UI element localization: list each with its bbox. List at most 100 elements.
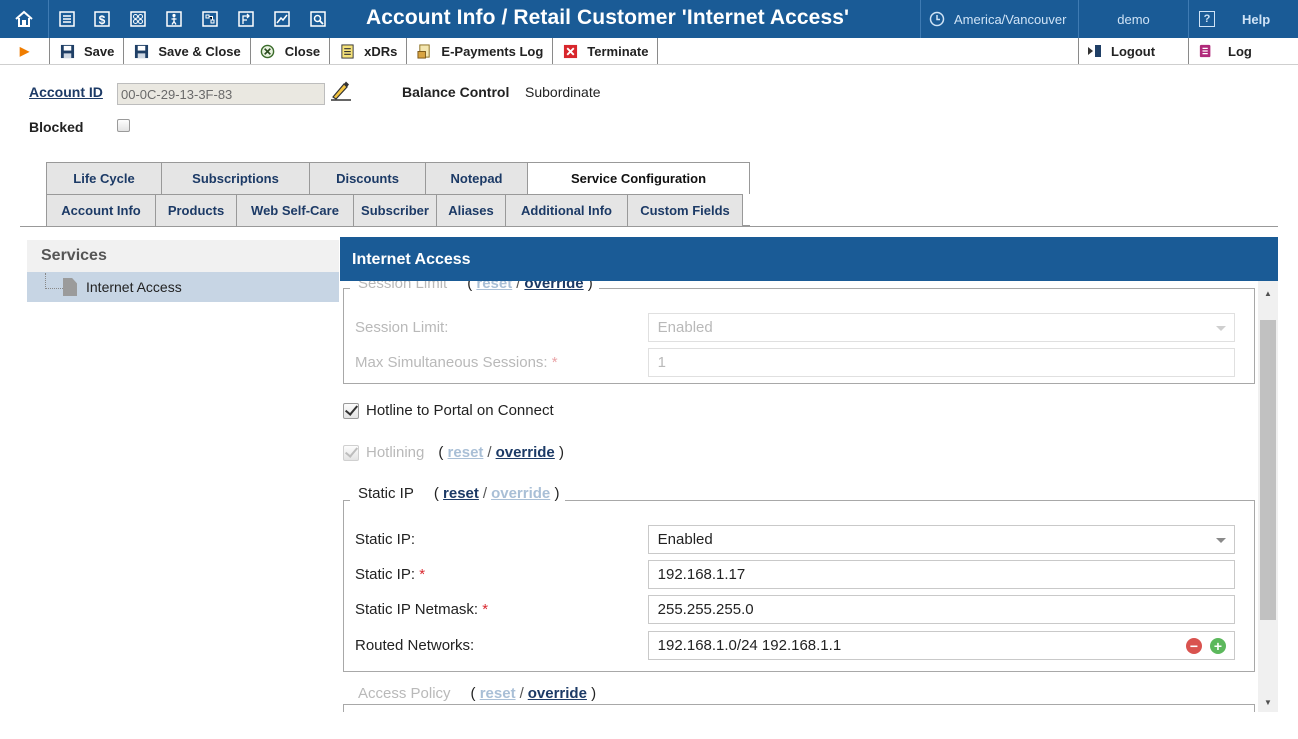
blocked-label: Blocked — [29, 119, 84, 135]
search-doc-icon[interactable] — [300, 0, 336, 38]
hotline-portal-checkbox[interactable] — [343, 402, 359, 419]
separator: / — [487, 444, 492, 461]
xdrs-label: xDRs — [364, 43, 398, 59]
session-limit-row: Session Limit: Enabled — [355, 313, 1235, 342]
service-item-internet-access[interactable]: Internet Access — [27, 272, 339, 302]
session-limit-label: Session Limit: — [355, 319, 449, 336]
open-paren: ( — [433, 485, 439, 502]
close-paren: ) — [558, 444, 564, 461]
static-ip-override-link[interactable]: override — [491, 485, 550, 502]
dollar-icon[interactable]: $ — [84, 0, 120, 38]
account-id-field[interactable] — [117, 83, 325, 105]
session-limit-override-link[interactable]: override — [524, 281, 583, 292]
tab-life-cycle[interactable]: Life Cycle — [46, 162, 161, 194]
hotline-portal-option[interactable]: Hotline to Portal on Connect — [343, 402, 554, 419]
epayments-label: E-Payments Log — [441, 43, 544, 59]
blocked-checkbox[interactable] — [117, 119, 130, 132]
access-policy-override-link[interactable]: override — [528, 685, 587, 702]
epayments-log-button[interactable]: E-Payments Log — [407, 38, 554, 64]
tab-account-info[interactable]: Account Info — [46, 194, 155, 226]
add-network-icon[interactable]: + — [1210, 638, 1226, 654]
open-paren: ( — [470, 685, 476, 702]
separator: / — [519, 685, 524, 702]
chart-icon[interactable] — [264, 0, 300, 38]
static-ip-address-row: Static IP: * 192.168.1.17 — [355, 560, 1235, 589]
scroll-up-icon[interactable]: ▲ — [1258, 285, 1278, 301]
tree-connector — [45, 273, 63, 289]
logout-button[interactable]: Logout — [1078, 38, 1188, 64]
static-ip-netmask-label: Static IP Netmask: * — [355, 601, 489, 618]
routing-icon[interactable] — [228, 0, 264, 38]
list-icon[interactable] — [48, 0, 84, 38]
close-label: Close — [284, 43, 321, 59]
document-icon — [63, 278, 77, 296]
save-close-button[interactable]: Save & Close — [124, 38, 251, 64]
close-button[interactable]: Close — [251, 38, 331, 64]
tab-web-self-care[interactable]: Web Self-Care — [236, 194, 353, 226]
help-link[interactable]: ? Help — [1188, 0, 1298, 38]
static-ip-netmask-input[interactable]: 255.255.255.0 — [647, 595, 1235, 624]
static-ip-mode-row: Static IP: Enabled — [355, 525, 1235, 554]
hotlining-checkbox[interactable] — [343, 444, 359, 461]
service-panel: Internet Access Session Limit ( reset / … — [340, 237, 1278, 712]
tab-custom-fields[interactable]: Custom Fields — [627, 194, 743, 226]
edit-pencil-icon[interactable] — [329, 78, 353, 102]
network-icon[interactable] — [192, 0, 228, 38]
tab-additional-info[interactable]: Additional Info — [505, 194, 627, 226]
top-bar: $ Account Info / Retail Customer 'Intern… — [0, 0, 1298, 38]
session-limit-select[interactable]: Enabled — [647, 313, 1235, 342]
save-button[interactable]: Save — [50, 38, 125, 64]
access-policy-legend: Access Policy ( reset / override ) — [350, 685, 603, 702]
static-ip-reset-link[interactable]: reset — [443, 485, 479, 502]
session-limit-caption: Session Limit — [358, 281, 448, 292]
tab-notepad[interactable]: Notepad — [425, 162, 527, 194]
tab-discounts[interactable]: Discounts — [309, 162, 425, 194]
access-policy-fieldset — [343, 704, 1255, 712]
routed-networks-input[interactable]: 192.168.1.0/24 192.168.1.1 − + — [647, 631, 1235, 660]
access-policy-reset-link[interactable]: reset — [480, 685, 516, 702]
account-id-label[interactable]: Account ID — [29, 84, 103, 100]
static-ip-mode-select[interactable]: Enabled — [647, 525, 1235, 554]
static-ip-mode-label: Static IP: — [355, 531, 416, 548]
static-ip-address-input[interactable]: 192.168.1.17 — [647, 560, 1235, 589]
terminate-button[interactable]: Terminate — [553, 38, 659, 64]
tab-service-configuration[interactable]: Service Configuration — [527, 162, 750, 194]
static-ip-caption: Static IP — [358, 485, 414, 502]
hotlining-reset-link[interactable]: reset — [448, 444, 484, 461]
help-icon: ? — [1199, 11, 1215, 27]
tab-subscriber[interactable]: Subscriber — [353, 194, 436, 226]
hotlining-option: Hotlining ( reset / override ) — [343, 444, 564, 461]
hotlining-label: Hotlining — [366, 444, 425, 461]
routed-networks-row: Routed Networks: 192.168.1.0/24 192.168.… — [355, 631, 1235, 660]
person-icon[interactable] — [156, 0, 192, 38]
tabs-divider — [20, 226, 1278, 227]
static-ip-address-label: Static IP: * — [355, 566, 426, 583]
routed-networks-value: 192.168.1.0/24 192.168.1.1 — [657, 637, 842, 654]
xdrs-button[interactable]: xDRs — [330, 38, 408, 64]
services-tree: Services Internet Access — [27, 240, 339, 302]
separator: / — [516, 281, 521, 292]
services-title: Services — [27, 240, 339, 272]
log-button[interactable]: Log — [1188, 38, 1298, 64]
log-label: Log — [1228, 43, 1252, 59]
floppy-icon — [59, 43, 75, 59]
floppy-close-icon — [133, 43, 149, 59]
session-limit-reset-link[interactable]: reset — [476, 281, 512, 292]
close-paren: ) — [587, 281, 593, 292]
user-link[interactable]: demo — [1078, 0, 1188, 38]
home-icon[interactable] — [0, 0, 48, 38]
modules-icon[interactable] — [120, 0, 156, 38]
tab-row-1: Life Cycle Subscriptions Discounts Notep… — [46, 162, 750, 194]
tab-aliases[interactable]: Aliases — [436, 194, 505, 226]
timezone-link[interactable]: America/Vancouver — [920, 0, 1078, 38]
toolbar-expand-button[interactable]: ▶ — [0, 38, 50, 64]
tab-subscriptions[interactable]: Subscriptions — [161, 162, 309, 194]
max-sessions-input[interactable]: 1 — [647, 348, 1235, 377]
scrollbar-thumb[interactable] — [1260, 320, 1276, 620]
separator: / — [482, 485, 488, 502]
tab-products[interactable]: Products — [155, 194, 236, 226]
panel-scrollbar[interactable]: ▲ ▼ — [1258, 281, 1278, 712]
hotlining-override-link[interactable]: override — [496, 444, 555, 461]
remove-network-icon[interactable]: − — [1186, 638, 1202, 654]
scroll-down-icon[interactable]: ▼ — [1258, 694, 1278, 710]
